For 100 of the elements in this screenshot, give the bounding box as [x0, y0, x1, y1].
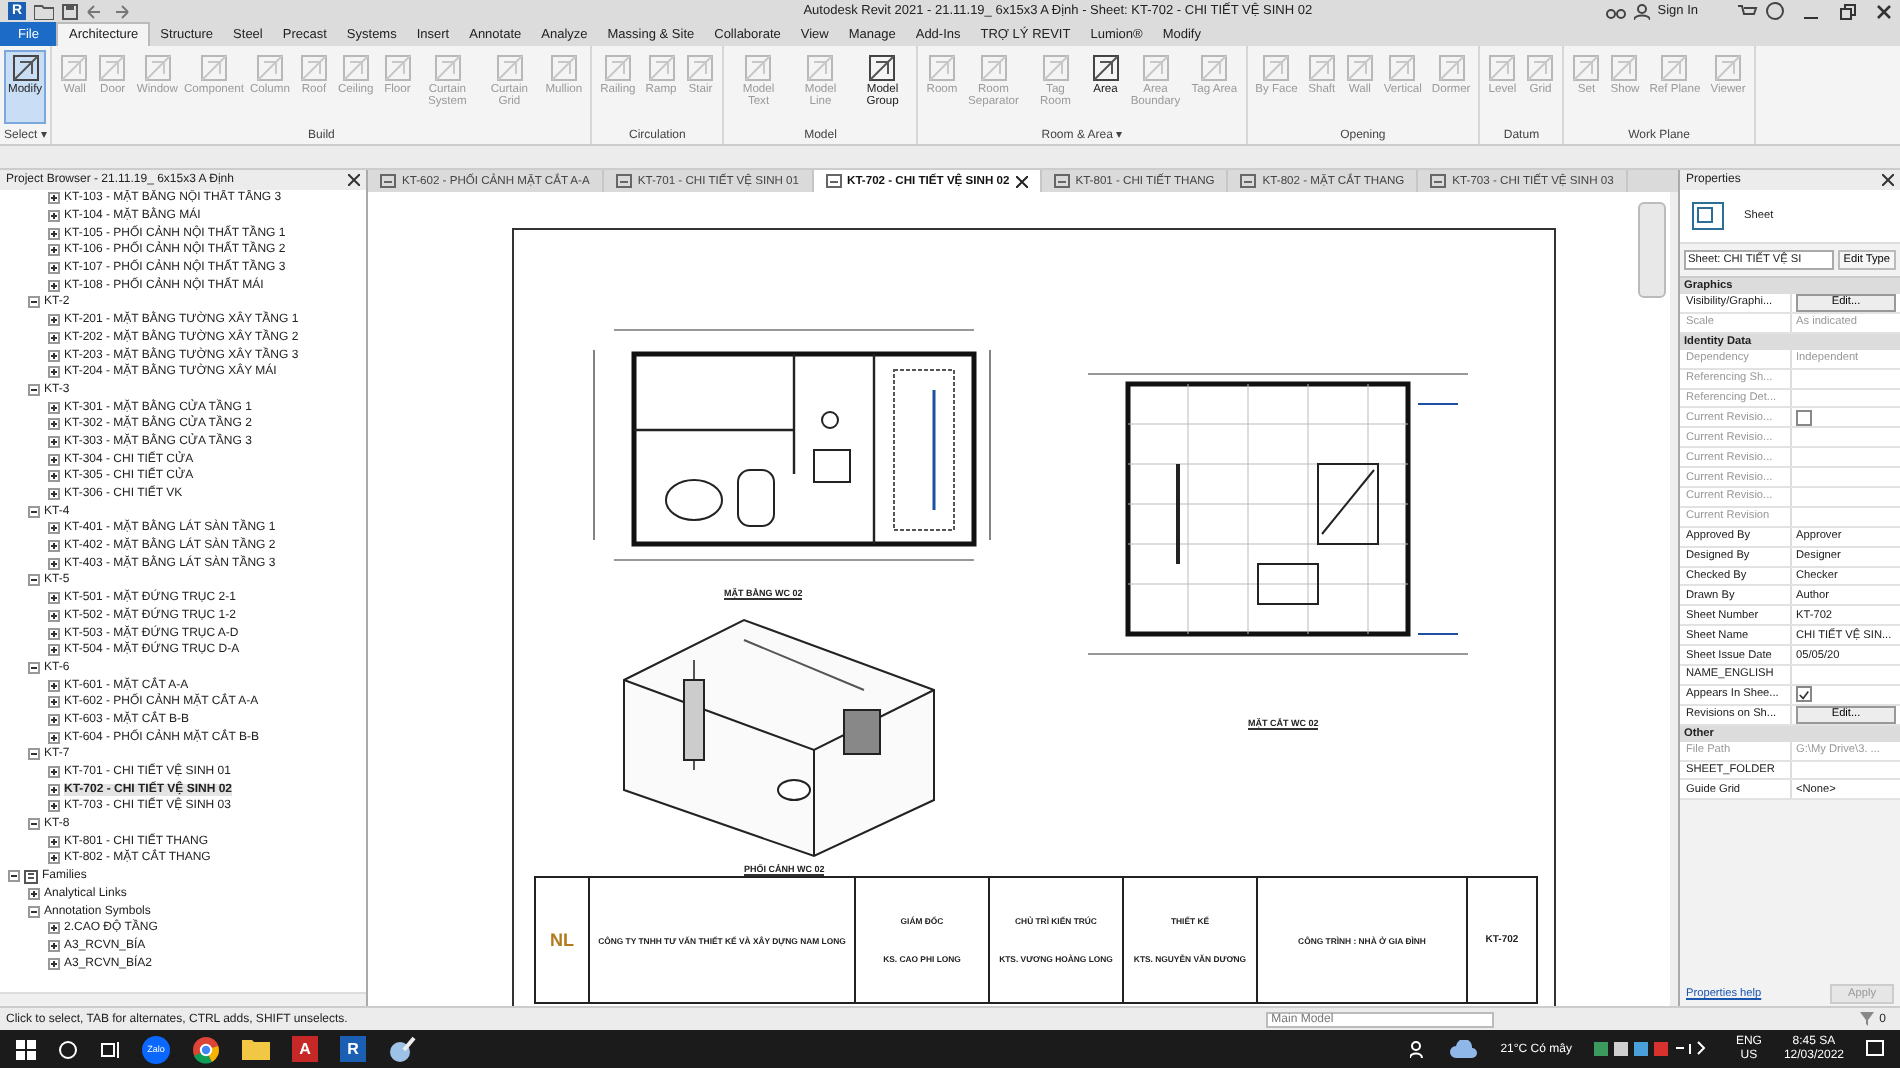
framed-square-icon: [98, 54, 127, 82]
framed-square-icon: [1437, 54, 1466, 82]
windows-start-icon[interactable]: [16, 1039, 36, 1059]
close-icon[interactable]: [348, 174, 360, 186]
browser-icon[interactable]: [192, 1035, 220, 1063]
framed-square-icon: [928, 54, 956, 82]
framed-square-icon: [1041, 54, 1070, 82]
brush-icon[interactable]: [388, 1035, 416, 1063]
expand-icon[interactable]: [48, 644, 60, 657]
cloud-icon[interactable]: [1450, 1040, 1479, 1058]
expand-icon[interactable]: [48, 627, 60, 640]
expand-icon[interactable]: [48, 488, 60, 501]
expand-icon[interactable]: [48, 540, 60, 553]
collapse-icon[interactable]: [28, 505, 40, 518]
collapse-icon[interactable]: [28, 574, 40, 587]
expand-icon[interactable]: [48, 470, 60, 483]
task-view-icon[interactable]: [100, 1039, 120, 1059]
sheet-icon: [1430, 174, 1447, 188]
notification-icon[interactable]: [1866, 1040, 1884, 1058]
expand-icon[interactable]: [48, 592, 60, 605]
framed-square-icon: [1660, 54, 1689, 82]
save-icon[interactable]: [62, 3, 79, 19]
collapse-icon[interactable]: [28, 296, 40, 309]
expand-icon[interactable]: [48, 835, 60, 848]
expand-icon[interactable]: [48, 401, 60, 414]
expand-icon[interactable]: [48, 244, 60, 257]
expand-icon[interactable]: [48, 522, 60, 535]
framed-square-icon: [143, 54, 172, 82]
framed-square-icon: [868, 54, 897, 82]
expand-icon[interactable]: [48, 227, 60, 240]
expand-icon[interactable]: [48, 679, 60, 692]
family-icon: [24, 869, 38, 884]
collapse-icon[interactable]: [28, 905, 40, 918]
expand-icon[interactable]: [48, 939, 60, 952]
expand-icon[interactable]: [48, 852, 60, 865]
expand-icon[interactable]: [48, 766, 60, 779]
expand-icon[interactable]: [48, 192, 60, 205]
collapse-icon[interactable]: [8, 870, 20, 883]
expand-icon[interactable]: [48, 783, 60, 796]
scrollbar[interactable]: [1670, 192, 1678, 1006]
sheet-icon: [1240, 174, 1257, 188]
framed-square-icon: [1488, 54, 1517, 82]
expand-icon[interactable]: [48, 418, 60, 431]
framed-square-icon: [1610, 54, 1639, 82]
framed-square-icon: [603, 54, 632, 82]
expand-icon[interactable]: [48, 349, 60, 362]
framed-square-icon: [495, 54, 524, 82]
framed-square-icon: [1345, 54, 1374, 82]
folder-icon[interactable]: [34, 3, 55, 19]
collapse-icon[interactable]: [28, 748, 40, 761]
app-icon[interactable]: A: [292, 1036, 318, 1062]
framed-square-icon: [1572, 54, 1601, 82]
expand-icon[interactable]: [48, 713, 60, 726]
expand-icon[interactable]: [28, 887, 40, 900]
expand-icon[interactable]: [48, 731, 60, 744]
binoculars-icon[interactable]: [1605, 3, 1626, 19]
people-icon[interactable]: [1410, 1040, 1429, 1058]
expand-icon[interactable]: [48, 331, 60, 344]
filter-icon[interactable]: [1859, 1012, 1874, 1026]
expand-icon[interactable]: [48, 800, 60, 813]
framed-square-icon: [383, 54, 412, 82]
cart-icon[interactable]: [1738, 3, 1758, 19]
undo-icon[interactable]: [86, 3, 105, 19]
expand-icon[interactable]: [48, 262, 60, 275]
expand-icon[interactable]: [48, 609, 60, 622]
expand-icon[interactable]: [48, 957, 60, 970]
framed-square-icon: [549, 54, 578, 82]
framed-square-icon: [1307, 54, 1336, 82]
expand-icon[interactable]: [48, 366, 60, 379]
framed-square-icon: [255, 54, 284, 82]
expand-icon[interactable]: [48, 279, 60, 292]
close-icon[interactable]: [1015, 175, 1028, 187]
app-icon[interactable]: R: [340, 1036, 366, 1062]
user-icon[interactable]: [1633, 3, 1650, 19]
folder-icon[interactable]: [242, 1038, 270, 1060]
company-logo: NL: [536, 878, 590, 1002]
checkbox[interactable]: [1796, 686, 1812, 703]
collapse-icon[interactable]: [28, 661, 40, 674]
expand-icon[interactable]: [48, 922, 60, 935]
redo-icon[interactable]: [112, 3, 131, 19]
expand-icon[interactable]: [48, 314, 60, 327]
search-icon[interactable]: [58, 1039, 78, 1059]
expand-icon[interactable]: [48, 696, 60, 709]
collapse-icon[interactable]: [28, 818, 40, 831]
collapse-icon[interactable]: [28, 383, 40, 396]
scrollbar[interactable]: [0, 992, 366, 1006]
sheet-icon: [1692, 202, 1724, 230]
expand-icon[interactable]: [48, 557, 60, 570]
framed-square-icon: [1200, 54, 1229, 82]
sheet-icon: [825, 174, 842, 188]
close-icon[interactable]: [1882, 174, 1894, 186]
framed-square-icon: [1388, 54, 1417, 82]
restore-icon[interactable]: [1840, 3, 1856, 19]
framed-square-icon: [11, 54, 40, 82]
close-icon[interactable]: [1876, 3, 1892, 19]
expand-icon[interactable]: [48, 435, 60, 448]
help-icon[interactable]: [1766, 2, 1784, 20]
framed-square-icon: [1262, 54, 1291, 82]
expand-icon[interactable]: [48, 210, 60, 223]
expand-icon[interactable]: [48, 453, 60, 466]
